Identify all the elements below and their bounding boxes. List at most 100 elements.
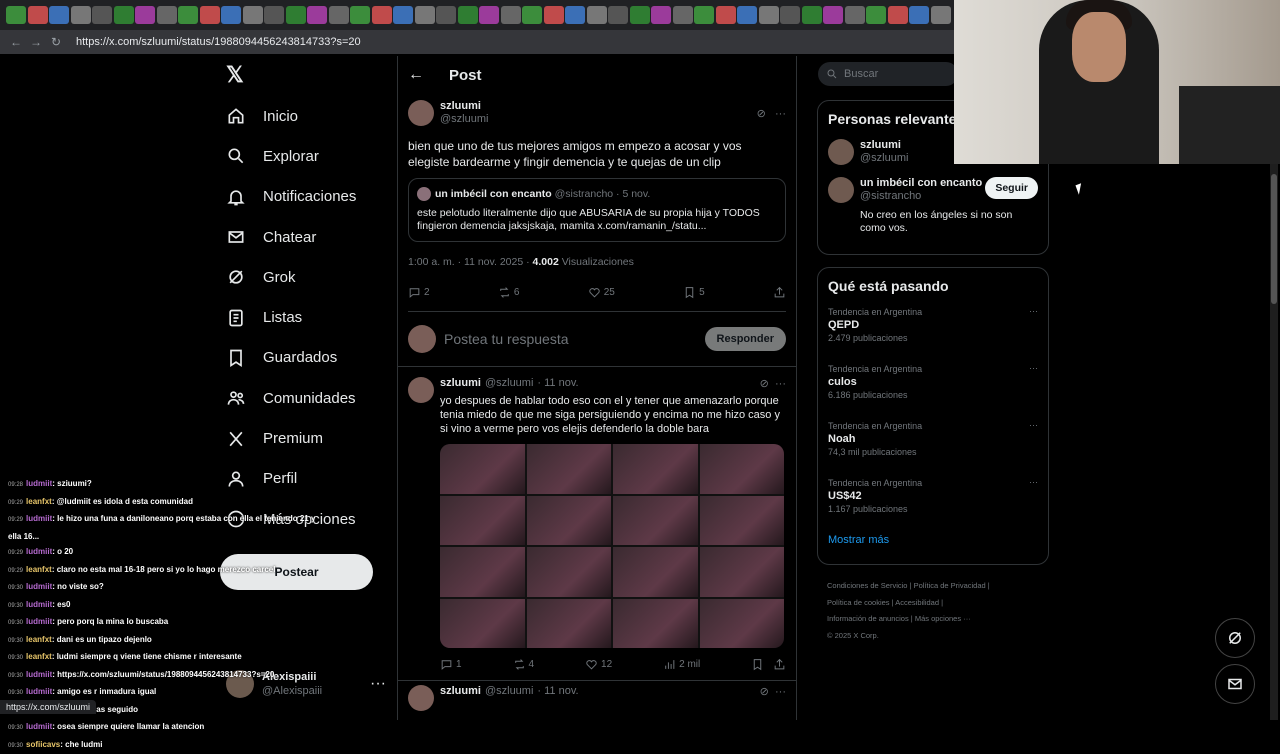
- nav-item-premium[interactable]: Premium: [220, 418, 395, 458]
- scrollbar[interactable]: [1270, 164, 1278, 720]
- browser-tab[interactable]: [350, 6, 370, 24]
- browser-tab[interactable]: [565, 6, 585, 24]
- person-name[interactable]: un imbécil con encanto: [860, 177, 982, 190]
- reply-submit-button[interactable]: Responder: [705, 327, 786, 351]
- browser-tab[interactable]: [436, 6, 456, 24]
- reply-input[interactable]: Postea tu respuesta: [444, 331, 569, 347]
- retweet-button[interactable]: 4: [513, 658, 535, 671]
- trend-item[interactable]: Tendencia en ArgentinaUS$421.167 publica…: [818, 471, 1048, 528]
- more-icon[interactable]: ···: [1029, 477, 1038, 522]
- browser-tab[interactable]: [716, 6, 736, 24]
- browser-tab[interactable]: [135, 6, 155, 24]
- browser-tab[interactable]: [71, 6, 91, 24]
- browser-tab[interactable]: [888, 6, 908, 24]
- browser-tab[interactable]: [307, 6, 327, 24]
- avatar[interactable]: [408, 685, 434, 711]
- nav-item-chatear[interactable]: Chatear: [220, 217, 395, 257]
- footer-line[interactable]: Condiciones de Servicio | Política de Pr…: [827, 578, 1047, 595]
- scrollbar-thumb[interactable]: [1271, 174, 1277, 304]
- follow-button[interactable]: Seguir: [985, 177, 1038, 199]
- browser-tab[interactable]: [737, 6, 757, 24]
- bookmark-button[interactable]: [751, 658, 786, 671]
- person-handle[interactable]: @sistrancho: [860, 190, 921, 202]
- next-tweet[interactable]: szluumi@szluumi· 11 nov.⊘ ···: [398, 680, 796, 711]
- trend-item[interactable]: Tendencia en ArgentinaNoah74,3 mil publi…: [818, 414, 1048, 471]
- reply-tweet[interactable]: szluumi@szluumi· 11 nov.⊘ ··· yo despues…: [398, 367, 796, 680]
- messages-fab-button[interactable]: [1215, 664, 1255, 704]
- browser-tab[interactable]: [673, 6, 693, 24]
- browser-tab[interactable]: [759, 6, 779, 24]
- bookmark-button[interactable]: 5: [683, 286, 705, 299]
- browser-tab[interactable]: [608, 6, 628, 24]
- author-handle[interactable]: @szluumi: [440, 113, 488, 125]
- browser-tab[interactable]: [28, 6, 48, 24]
- nav-item-grok[interactable]: Grok: [220, 257, 395, 297]
- browser-tab[interactable]: [651, 6, 671, 24]
- trend-item[interactable]: Tendencia en Argentinaculos6.186 publica…: [818, 357, 1048, 414]
- author-name[interactable]: szluumi: [440, 377, 481, 390]
- x-logo-icon[interactable]: 𝕏: [226, 62, 244, 88]
- browser-tab[interactable]: [329, 6, 349, 24]
- tweet-media-image[interactable]: [440, 444, 784, 648]
- author-handle[interactable]: @szluumi: [485, 377, 533, 390]
- browser-tab[interactable]: [479, 6, 499, 24]
- back-arrow-icon[interactable]: ←: [408, 66, 424, 84]
- tweet-date[interactable]: · 11 nov.: [537, 377, 578, 390]
- more-icon[interactable]: ⊘ ···: [760, 685, 786, 698]
- back-arrow-icon[interactable]: ←: [6, 35, 26, 49]
- footer-line[interactable]: Información de anuncios | Más opciones ·…: [827, 611, 1047, 628]
- person-name[interactable]: szluumi: [860, 139, 908, 152]
- browser-tab[interactable]: [114, 6, 134, 24]
- avatar[interactable]: [408, 377, 434, 403]
- tweet-date[interactable]: · 11 nov.: [537, 685, 578, 698]
- search-input[interactable]: Buscar: [818, 62, 958, 86]
- grok-fab-button[interactable]: [1215, 618, 1255, 658]
- nav-item-guardados[interactable]: Guardados: [220, 338, 395, 378]
- forward-arrow-icon[interactable]: →: [26, 35, 46, 49]
- browser-tab[interactable]: [221, 6, 241, 24]
- browser-tab[interactable]: [845, 6, 865, 24]
- more-icon[interactable]: ···: [370, 675, 386, 693]
- browser-tab[interactable]: [92, 6, 112, 24]
- nav-item-inicio[interactable]: Inicio: [220, 96, 395, 136]
- trend-item[interactable]: Tendencia en ArgentinaQEPD2.479 publicac…: [818, 300, 1048, 357]
- more-icon[interactable]: ···: [1029, 420, 1038, 465]
- browser-tab[interactable]: [931, 6, 951, 24]
- tweet-timestamp[interactable]: 1:00 a. m. · 11 nov. 2025 ·: [408, 256, 533, 268]
- avatar[interactable]: [828, 177, 854, 203]
- browser-tab[interactable]: [264, 6, 284, 24]
- browser-tab[interactable]: [286, 6, 306, 24]
- retweet-button[interactable]: 6: [498, 286, 520, 299]
- more-icon[interactable]: ⊘ ···: [760, 377, 786, 390]
- nav-item-comunidades[interactable]: Comunidades: [220, 378, 395, 418]
- author-name[interactable]: szluumi: [440, 685, 481, 698]
- browser-tab[interactable]: [802, 6, 822, 24]
- browser-tab[interactable]: [200, 6, 220, 24]
- person-row[interactable]: un imbécil con encanto@sistrancho Seguir: [818, 171, 1048, 209]
- browser-tab[interactable]: [393, 6, 413, 24]
- reload-icon[interactable]: ↻: [46, 35, 66, 49]
- browser-tab[interactable]: [694, 6, 714, 24]
- show-more-link[interactable]: Mostrar más: [818, 528, 1048, 558]
- grok-icon[interactable]: ⊘ ···: [757, 107, 786, 120]
- more-icon[interactable]: ···: [1029, 306, 1038, 351]
- footer-line[interactable]: Política de cookies | Accesibilidad |: [827, 595, 1047, 612]
- browser-tab[interactable]: [544, 6, 564, 24]
- reply-button[interactable]: 1: [440, 658, 462, 671]
- browser-tab[interactable]: [501, 6, 521, 24]
- views-button[interactable]: 2 mil: [663, 658, 700, 671]
- browser-tab[interactable]: [823, 6, 843, 24]
- browser-tab[interactable]: [866, 6, 886, 24]
- share-button[interactable]: [773, 286, 786, 299]
- browser-tab[interactable]: [780, 6, 800, 24]
- reply-button[interactable]: 2: [408, 286, 430, 299]
- like-button[interactable]: 12: [585, 658, 612, 671]
- browser-tab[interactable]: [49, 6, 69, 24]
- browser-tab[interactable]: [243, 6, 263, 24]
- browser-tab[interactable]: [909, 6, 929, 24]
- person-handle[interactable]: @szluumi: [860, 152, 908, 164]
- like-button[interactable]: 25: [588, 286, 615, 299]
- browser-tab[interactable]: [630, 6, 650, 24]
- browser-tab[interactable]: [372, 6, 392, 24]
- browser-tab[interactable]: [587, 6, 607, 24]
